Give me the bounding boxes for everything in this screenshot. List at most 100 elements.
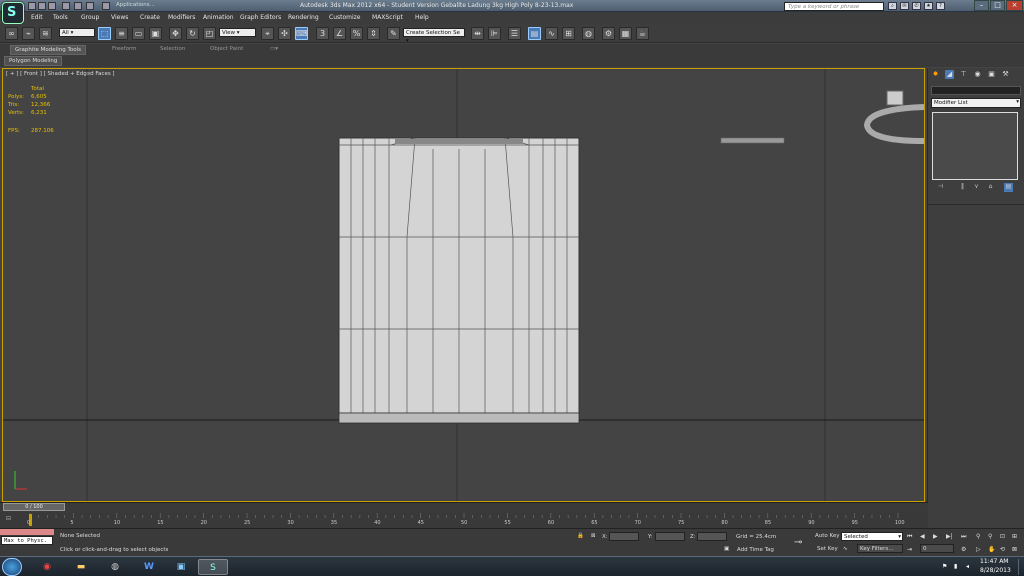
menu-tools[interactable]: Tools bbox=[53, 14, 68, 21]
volume-icon[interactable]: ◂ bbox=[966, 563, 969, 570]
chrome-icon[interactable]: ◉ bbox=[32, 559, 62, 575]
x-coordinate-field[interactable] bbox=[609, 532, 639, 541]
make-unique-icon[interactable]: ⋎ bbox=[972, 183, 981, 192]
align-icon[interactable]: ⊫ bbox=[488, 27, 501, 40]
window-crossing-icon[interactable]: ▣ bbox=[149, 27, 162, 40]
track-bar[interactable]: 0 5 10 15 20 25 30 35 40 45 50 55 60 65 70 75 80 85 90 95 10… bbox=[0, 512, 928, 528]
motion-tab-icon[interactable]: ◉ bbox=[973, 70, 982, 79]
named-selection-sets-dropdown[interactable]: Create Selection Se ▾ bbox=[403, 28, 465, 44]
tab-graphite-modeling-tools[interactable]: Graphite Modeling Tools bbox=[10, 45, 87, 55]
time-tag-icon[interactable]: ▣ bbox=[724, 546, 729, 552]
polygon-modeling-panel[interactable]: Polygon Modeling bbox=[4, 56, 63, 66]
box-mesh[interactable] bbox=[338, 137, 580, 424]
front-viewport[interactable]: [ + ] [ Front ] [ Shaded + Edged Faces ]… bbox=[2, 68, 925, 502]
display-tab-icon[interactable]: ▣ bbox=[987, 70, 996, 79]
redo-icon[interactable] bbox=[74, 2, 82, 10]
network-icon[interactable]: ▮ bbox=[954, 563, 957, 570]
next-frame-icon[interactable]: ▶| bbox=[946, 533, 953, 540]
angle-snap-icon[interactable]: ∠ bbox=[333, 27, 346, 40]
search-input[interactable]: Type a keyword or phrase bbox=[784, 2, 884, 11]
rotate-icon[interactable]: ↻ bbox=[186, 27, 199, 40]
spinner-snap-icon[interactable]: ⇕ bbox=[367, 27, 380, 40]
menu-help[interactable]: Help bbox=[415, 14, 429, 21]
3ds-max-taskbar-icon[interactable]: S bbox=[198, 559, 228, 575]
render-production-icon[interactable]: ☕ bbox=[636, 27, 649, 40]
time-slider-thumb[interactable]: 0 / 100 bbox=[3, 503, 65, 511]
set-key-button[interactable]: Set Key bbox=[817, 546, 838, 552]
menu-edit[interactable]: Edit bbox=[31, 14, 43, 21]
keyboard-shortcut-override-icon[interactable]: ⌨ bbox=[295, 27, 308, 40]
modify-tab-icon[interactable]: ◢ bbox=[945, 70, 954, 79]
undo-icon[interactable] bbox=[62, 2, 70, 10]
percent-snap-icon[interactable]: % bbox=[350, 27, 363, 40]
curved-object[interactable] bbox=[863, 90, 924, 144]
modifier-list-dropdown[interactable]: Modifier List ▾ bbox=[931, 98, 1021, 108]
bind-space-warp-icon[interactable]: ≋ bbox=[39, 27, 52, 40]
orbit-icon[interactable]: ⟲ bbox=[1000, 546, 1005, 553]
zoom-all-icon[interactable]: ⚲ bbox=[988, 533, 992, 540]
select-object-icon[interactable]: ⬚ bbox=[98, 27, 111, 40]
menu-maxscript[interactable]: MAXScript bbox=[372, 14, 403, 21]
set-key-icon[interactable]: ⊸ bbox=[794, 537, 802, 548]
add-time-tag[interactable]: Add Time Tag bbox=[737, 547, 774, 553]
mirror-icon[interactable]: ⇹ bbox=[471, 27, 484, 40]
menu-customize[interactable]: Customize bbox=[329, 14, 361, 21]
tab-freeform[interactable]: Freeform bbox=[108, 45, 141, 55]
key-mode-toggle-icon[interactable]: ⇥ bbox=[907, 546, 912, 553]
menu-views[interactable]: Views bbox=[111, 14, 128, 21]
menu-modifiers[interactable]: Modifiers bbox=[168, 14, 195, 21]
communication-icon[interactable]: ✆ bbox=[912, 2, 921, 10]
minimize-button[interactable]: – bbox=[974, 0, 989, 11]
snaps-toggle-icon[interactable]: 3 bbox=[316, 27, 329, 40]
hierarchy-tab-icon[interactable]: ⊤ bbox=[959, 70, 968, 79]
ribbon-options-icon[interactable]: ▭▾ bbox=[266, 45, 282, 55]
field-of-view-icon[interactable]: ▷ bbox=[976, 546, 981, 553]
tab-selection[interactable]: Selection bbox=[156, 45, 189, 55]
favorites-icon[interactable]: ★ bbox=[924, 2, 933, 10]
layer-manager-icon[interactable]: ☰ bbox=[508, 27, 521, 40]
create-tab-icon[interactable]: ✸ bbox=[931, 70, 940, 79]
time-configuration-icon[interactable]: ⚙ bbox=[961, 546, 966, 553]
remove-modifier-icon[interactable]: ⌂ bbox=[986, 183, 995, 192]
previous-frame-icon[interactable]: ◀ bbox=[920, 533, 925, 540]
menu-group[interactable]: Group bbox=[81, 14, 99, 21]
modifier-stack[interactable] bbox=[932, 112, 1018, 180]
go-to-start-icon[interactable]: ⏮ bbox=[907, 533, 912, 541]
unlink-icon[interactable]: ⌁ bbox=[22, 27, 35, 40]
play-icon[interactable]: ▶ bbox=[933, 533, 938, 540]
new-file-icon[interactable] bbox=[28, 2, 36, 10]
lock-selection-icon[interactable]: 🔒 bbox=[577, 533, 584, 539]
pivot-center-icon[interactable]: ⌖ bbox=[261, 27, 274, 40]
project-folder-icon[interactable] bbox=[102, 2, 110, 10]
maxscript-listener[interactable]: Max to Physc. bbox=[1, 536, 53, 545]
hold-icon[interactable] bbox=[86, 2, 94, 10]
distant-object[interactable] bbox=[720, 137, 785, 144]
app-logo-icon[interactable]: S bbox=[2, 2, 24, 24]
schematic-view-icon[interactable]: ⊞ bbox=[562, 27, 575, 40]
key-filter-icon[interactable]: ∿ bbox=[843, 546, 848, 552]
auto-key-button[interactable]: Auto Key bbox=[815, 533, 840, 539]
zoom-extents-all-icon[interactable]: ⊞ bbox=[1012, 533, 1017, 540]
utilities-tab-icon[interactable]: ⚒ bbox=[1001, 70, 1010, 79]
quick-access-label[interactable]: Applications... bbox=[116, 2, 155, 8]
rectangular-selection-icon[interactable]: ▭ bbox=[132, 27, 145, 40]
link-icon[interactable]: ∞ bbox=[5, 27, 18, 40]
menu-graph-editors[interactable]: Graph Editors bbox=[240, 14, 281, 21]
pin-stack-icon[interactable]: ⊣ bbox=[936, 183, 945, 192]
open-file-icon[interactable] bbox=[38, 2, 46, 10]
material-editor-icon[interactable]: ◍ bbox=[582, 27, 595, 40]
save-file-icon[interactable] bbox=[48, 2, 56, 10]
rendered-frame-window-icon[interactable]: ▦ bbox=[619, 27, 632, 40]
file-explorer-icon[interactable]: ▬ bbox=[66, 559, 96, 575]
virtualbox-icon[interactable]: ▣ bbox=[166, 559, 196, 575]
clock-time[interactable]: 11:47 AM bbox=[980, 558, 1008, 565]
menu-create[interactable]: Create bbox=[140, 14, 160, 21]
open-mini-curve-editor-icon[interactable]: ⊟ bbox=[6, 515, 11, 522]
y-coordinate-field[interactable] bbox=[655, 532, 685, 541]
time-slider-track[interactable] bbox=[0, 502, 928, 512]
search-icon[interactable]: ⌕ bbox=[888, 2, 897, 10]
current-frame-field[interactable]: 0 bbox=[920, 544, 954, 553]
steam-icon[interactable]: ◍ bbox=[100, 559, 130, 575]
scale-icon[interactable]: ◰ bbox=[203, 27, 216, 40]
key-filters-button[interactable]: Key Filters... bbox=[857, 544, 903, 553]
